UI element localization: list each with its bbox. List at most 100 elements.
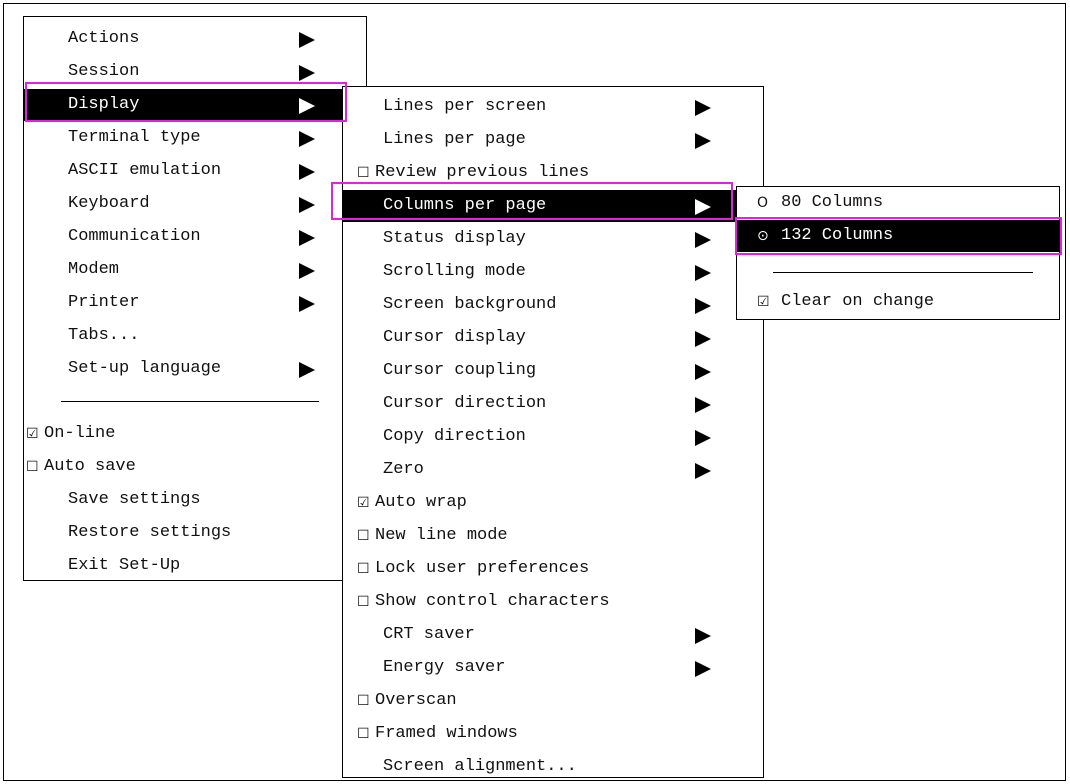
- menu-item-review-previous-lines[interactable]: ☐ Review previous lines: [343, 157, 763, 189]
- menu-item-keyboard[interactable]: Keyboard: [24, 188, 366, 220]
- menu-item-tabs[interactable]: Tabs...: [24, 320, 366, 352]
- submenu-arrow-icon: [299, 164, 315, 180]
- menu-item-printer[interactable]: Printer: [24, 287, 366, 319]
- submenu-arrow-icon: [299, 362, 315, 378]
- menu-item-label: Review previous lines: [375, 163, 590, 182]
- menu-item-lines-per-page[interactable]: Lines per page: [343, 124, 763, 156]
- menu-item-label: Auto save: [44, 457, 136, 476]
- menu-item-new-line-mode[interactable]: ☐ New line mode: [343, 520, 763, 552]
- submenu-arrow-icon: [695, 331, 711, 347]
- submenu-arrow-icon: [299, 32, 315, 48]
- menu-item-lines-per-screen[interactable]: Lines per screen: [343, 91, 763, 123]
- menu-item-lock-user-preferences[interactable]: ☐ Lock user preferences: [343, 553, 763, 585]
- menu-item-label: Set-up language: [68, 359, 222, 378]
- menu-item-label: Screen background: [383, 295, 557, 314]
- submenu-arrow-icon: [695, 628, 711, 644]
- display-submenu: Lines per screen Lines per page ☐ Review pr…: [342, 86, 764, 778]
- menu-item-label: New line mode: [375, 526, 508, 545]
- menu-item-auto-save[interactable]: ☐ Auto save: [24, 451, 366, 483]
- menu-item-screen-alignment[interactable]: Screen alignment...: [343, 751, 763, 783]
- submenu-arrow-icon: [695, 298, 711, 314]
- columns-per-page-submenu: O 80 Columns ⊙ 132 Columns ☑ Clear on change: [736, 186, 1060, 320]
- menu-item-on-line[interactable]: ☑ On-line: [24, 418, 366, 450]
- menu-item-80-columns[interactable]: O 80 Columns: [737, 187, 1059, 219]
- menu-item-crt-saver[interactable]: CRT saver: [343, 619, 763, 651]
- submenu-arrow-icon: [695, 133, 711, 149]
- submenu-arrow-icon: [695, 232, 711, 248]
- checkbox-checked-icon: ☑: [26, 426, 39, 442]
- menu-item-label: Restore settings: [68, 523, 232, 542]
- menu-item-label: Zero: [383, 460, 424, 479]
- setup-main-menu: Actions Session Display Terminal type ASCII …: [23, 16, 367, 581]
- menu-item-terminal-type[interactable]: Terminal type: [24, 122, 366, 154]
- menu-item-energy-saver[interactable]: Energy saver: [343, 652, 763, 684]
- menu-item-label: Auto wrap: [375, 493, 467, 512]
- submenu-arrow-icon: [695, 430, 711, 446]
- submenu-arrow-icon: [695, 100, 711, 116]
- checkbox-unchecked-icon: ☐: [357, 561, 370, 577]
- menu-item-label: Cursor display: [383, 328, 526, 347]
- menu-item-overscan[interactable]: ☐ Overscan: [343, 685, 763, 717]
- menu-item-auto-wrap[interactable]: ☑ Auto wrap: [343, 487, 763, 519]
- menu-item-actions[interactable]: Actions: [24, 23, 366, 55]
- menu-item-label: Modem: [68, 260, 120, 279]
- menu-item-label: Cursor coupling: [383, 361, 537, 380]
- menu-item-label: Save settings: [68, 490, 201, 509]
- menu-item-ascii-emulation[interactable]: ASCII emulation: [24, 155, 366, 187]
- submenu-arrow-icon: [695, 199, 711, 215]
- submenu-arrow-icon: [299, 65, 315, 81]
- menu-item-show-control-characters[interactable]: ☐ Show control characters: [343, 586, 763, 618]
- menu-item-label: Copy direction: [383, 427, 526, 446]
- menu-item-label: Lines per page: [383, 130, 526, 149]
- menu-item-label: Screen alignment...: [383, 757, 577, 776]
- menu-item-label: Cursor direction: [383, 394, 547, 413]
- checkbox-unchecked-icon: ☐: [357, 726, 370, 742]
- menu-item-cursor-coupling[interactable]: Cursor coupling: [343, 355, 763, 387]
- submenu-arrow-icon: [299, 296, 315, 312]
- menu-item-cursor-direction[interactable]: Cursor direction: [343, 388, 763, 420]
- menu-item-label: Tabs...: [68, 326, 140, 345]
- menu-item-modem[interactable]: Modem: [24, 254, 366, 286]
- submenu-arrow-icon: [299, 197, 315, 213]
- menu-item-label: Clear on change: [781, 292, 935, 311]
- menu-item-set-up-language[interactable]: Set-up language: [24, 353, 366, 385]
- checkbox-checked-icon: ☑: [757, 294, 770, 310]
- menu-item-label: Show control characters: [375, 592, 610, 611]
- menu-item-label: Session: [68, 62, 140, 81]
- checkbox-unchecked-icon: ☐: [26, 459, 39, 475]
- menu-item-label: Terminal type: [68, 128, 201, 147]
- menu-item-label: Overscan: [375, 691, 457, 710]
- radio-selected-icon: ⊙: [757, 228, 769, 244]
- submenu-arrow-icon: [695, 661, 711, 677]
- menu-item-columns-per-page[interactable]: Columns per page: [343, 190, 763, 222]
- menu-item-display[interactable]: Display: [24, 89, 366, 121]
- menu-item-scrolling-mode[interactable]: Scrolling mode: [343, 256, 763, 288]
- menu-item-cursor-display[interactable]: Cursor display: [343, 322, 763, 354]
- checkbox-unchecked-icon: ☐: [357, 693, 370, 709]
- menu-item-132-columns[interactable]: ⊙ 132 Columns: [737, 220, 1059, 252]
- menu-item-exit-set-up[interactable]: Exit Set-Up: [24, 550, 366, 582]
- submenu-arrow-icon: [695, 463, 711, 479]
- menu-item-label: CRT saver: [383, 625, 475, 644]
- menu-item-label: Display: [68, 95, 140, 114]
- menu-item-session[interactable]: Session: [24, 56, 366, 88]
- menu-item-status-display[interactable]: Status display: [343, 223, 763, 255]
- menu-separator: [773, 272, 1033, 273]
- menu-item-communication[interactable]: Communication: [24, 221, 366, 253]
- menu-item-label: Energy saver: [383, 658, 506, 677]
- checkbox-unchecked-icon: ☐: [357, 594, 370, 610]
- menu-item-label: Lines per screen: [383, 97, 547, 116]
- menu-item-framed-windows[interactable]: ☐ Framed windows: [343, 718, 763, 750]
- menu-item-label: Framed windows: [375, 724, 518, 743]
- menu-item-save-settings[interactable]: Save settings: [24, 484, 366, 516]
- menu-item-label: Communication: [68, 227, 201, 246]
- menu-item-zero[interactable]: Zero: [343, 454, 763, 486]
- menu-item-clear-on-change[interactable]: ☑ Clear on change: [737, 286, 1059, 318]
- menu-item-restore-settings[interactable]: Restore settings: [24, 517, 366, 549]
- checkbox-unchecked-icon: ☐: [357, 528, 370, 544]
- menu-item-label: Actions: [68, 29, 140, 48]
- menu-item-screen-background[interactable]: Screen background: [343, 289, 763, 321]
- radio-unselected-icon: O: [757, 195, 769, 211]
- menu-item-label: Columns per page: [383, 196, 547, 215]
- menu-item-copy-direction[interactable]: Copy direction: [343, 421, 763, 453]
